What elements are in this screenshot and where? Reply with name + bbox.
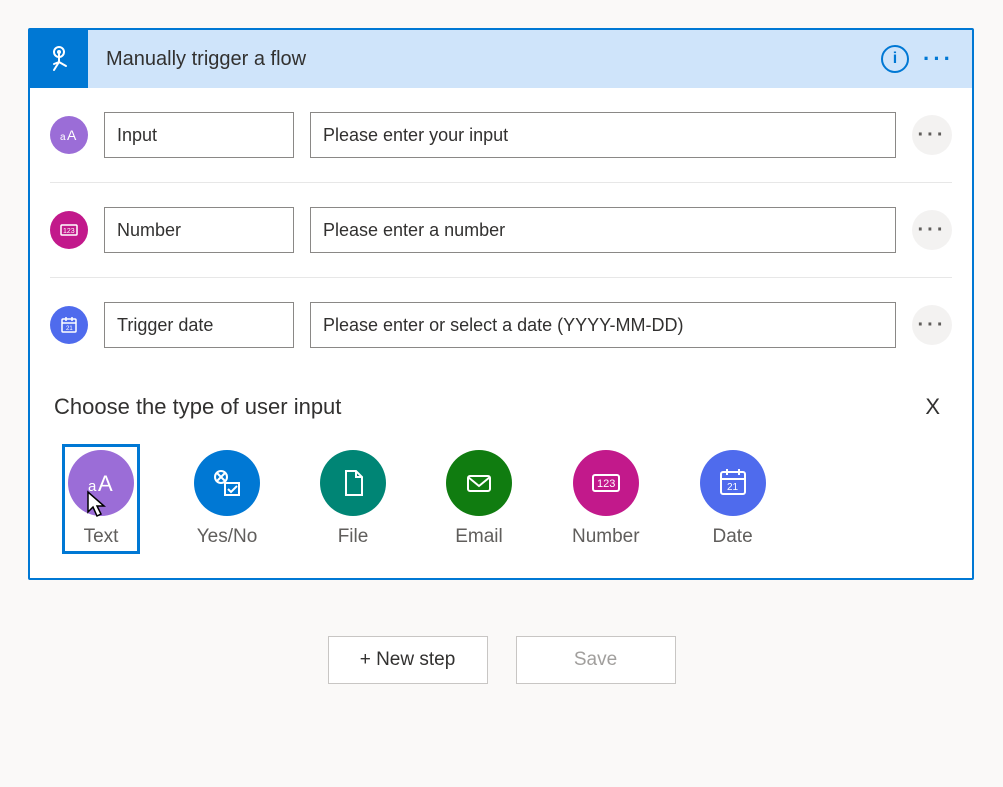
row-menu-button[interactable]: ···	[912, 305, 952, 345]
header-actions: i ···	[881, 45, 972, 73]
svg-text:a: a	[60, 132, 66, 143]
svg-text:A: A	[98, 471, 113, 496]
type-label: Email	[455, 526, 503, 548]
footer-actions: + New step Save	[28, 636, 975, 684]
row-menu-button[interactable]: ···	[912, 210, 952, 250]
text-type-icon: aA	[50, 116, 88, 154]
chooser-title: Choose the type of user input	[54, 394, 341, 420]
svg-text:123: 123	[597, 478, 615, 490]
input-name-field[interactable]: Input	[104, 112, 294, 158]
type-option-text[interactable]: aA Text	[62, 444, 140, 554]
date-type-icon: 21	[50, 306, 88, 344]
svg-text:A: A	[67, 127, 77, 143]
type-label: Number	[572, 526, 640, 548]
close-icon[interactable]: X	[917, 390, 948, 424]
type-option-date[interactable]: 21 Date	[694, 444, 772, 554]
svg-text:21: 21	[66, 326, 73, 332]
type-option-number[interactable]: 123 Number	[566, 444, 646, 554]
file-icon	[320, 450, 386, 516]
input-placeholder-field[interactable]: Please enter a number	[310, 207, 896, 253]
type-label: Text	[84, 526, 119, 548]
info-icon[interactable]: i	[881, 45, 909, 73]
card-title: Manually trigger a flow	[88, 48, 881, 71]
type-option-yesno[interactable]: Yes/No	[188, 444, 266, 554]
svg-text:21: 21	[727, 482, 739, 493]
input-row-number: 123 Number Please enter a number ···	[50, 183, 952, 278]
input-rows: aA Input Please enter your input ··· 123…	[30, 88, 972, 372]
new-step-button[interactable]: + New step	[328, 636, 488, 684]
number-icon: 123	[573, 450, 639, 516]
chooser-header: Choose the type of user input X	[54, 390, 948, 424]
card-menu-button[interactable]: ···	[923, 46, 954, 72]
input-name-field[interactable]: Number	[104, 207, 294, 253]
yesno-icon	[194, 450, 260, 516]
svg-text:a: a	[88, 478, 97, 495]
trigger-card: Manually trigger a flow i ··· aA Input P…	[28, 28, 974, 580]
input-name-field[interactable]: Trigger date	[104, 302, 294, 348]
text-icon: aA	[68, 450, 134, 516]
type-label: Yes/No	[197, 526, 258, 548]
input-placeholder-field[interactable]: Please enter or select a date (YYYY-MM-D…	[310, 302, 896, 348]
type-label: Date	[713, 526, 753, 548]
input-placeholder-field[interactable]: Please enter your input	[310, 112, 896, 158]
svg-text:123: 123	[63, 228, 75, 235]
type-option-email[interactable]: Email	[440, 444, 518, 554]
card-header: Manually trigger a flow i ···	[30, 30, 972, 88]
trigger-icon	[30, 30, 88, 88]
row-menu-button[interactable]: ···	[912, 115, 952, 155]
save-button[interactable]: Save	[516, 636, 676, 684]
input-type-chooser: Choose the type of user input X aA Text	[30, 372, 972, 578]
type-option-file[interactable]: File	[314, 444, 392, 554]
date-icon: 21	[700, 450, 766, 516]
type-option-grid: aA Text Yes/No	[54, 444, 948, 554]
input-row-date: 21 Trigger date Please enter or select a…	[50, 278, 952, 372]
type-label: File	[338, 526, 369, 548]
number-type-icon: 123	[50, 211, 88, 249]
email-icon	[446, 450, 512, 516]
input-row-text: aA Input Please enter your input ···	[50, 88, 952, 183]
